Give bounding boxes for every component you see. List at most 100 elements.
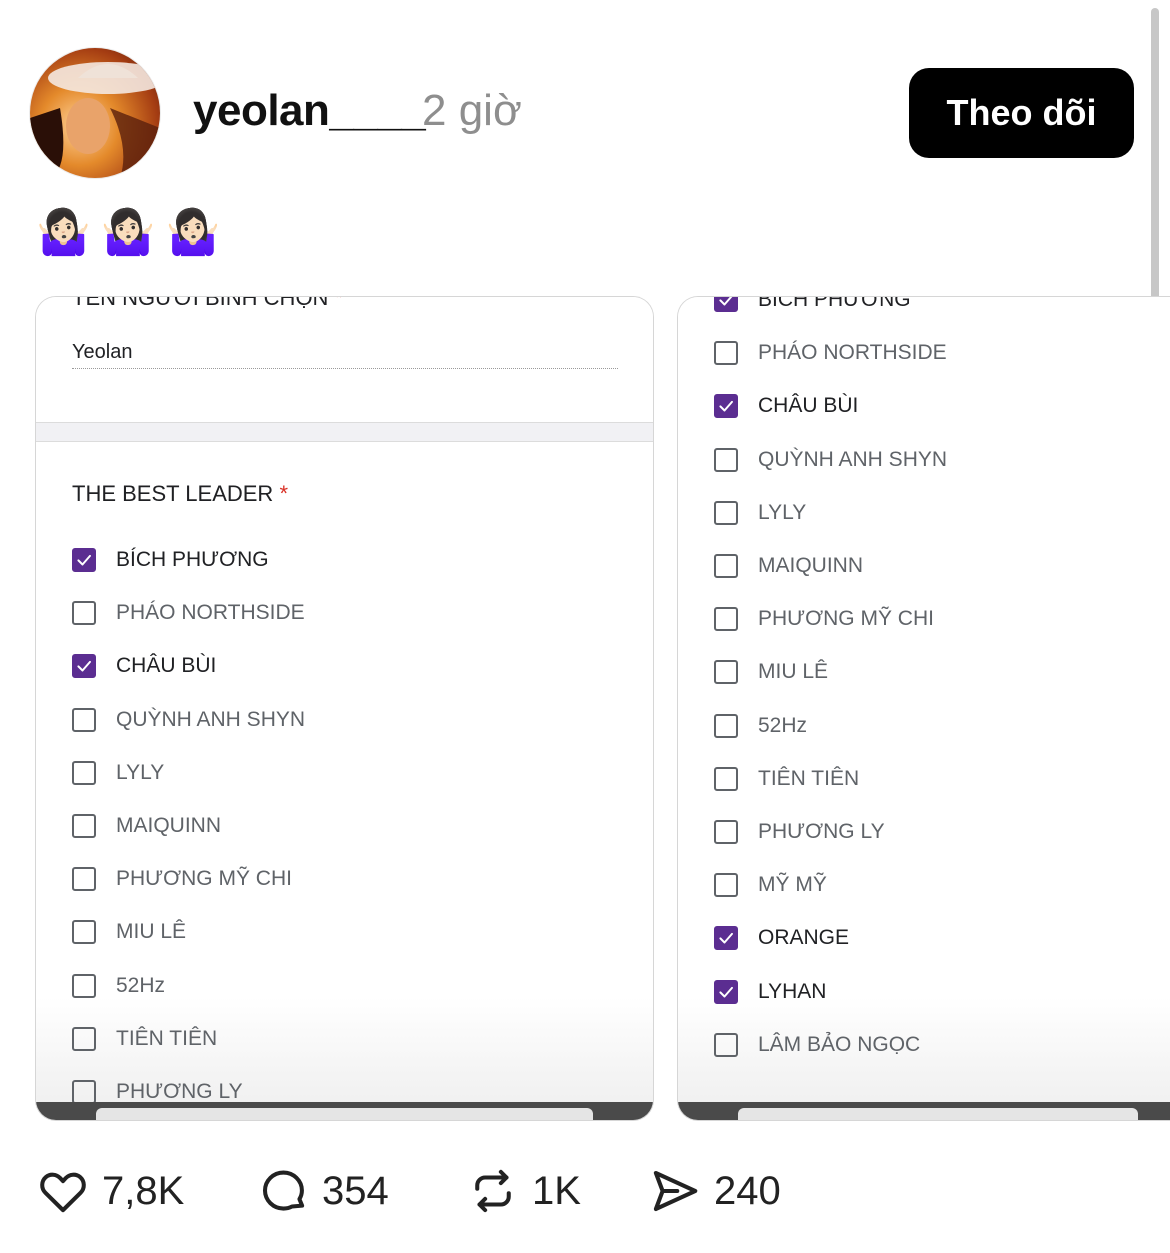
repost-action[interactable]: 1K xyxy=(466,1160,581,1222)
checkbox-checked[interactable] xyxy=(72,548,96,572)
shrug-emoji-icon: 🤷🏻‍♀️ xyxy=(100,208,162,257)
checkbox-unchecked[interactable] xyxy=(714,713,738,738)
like-action[interactable]: 7,8K xyxy=(36,1160,184,1222)
form-question-title: THE BEST LEADER * xyxy=(72,481,288,507)
checkbox-unchecked[interactable] xyxy=(714,554,738,578)
image-bottom-bar xyxy=(678,1102,1170,1120)
checkbox-option-label: LÂM BẢO NGỌC xyxy=(758,1032,921,1056)
checkbox-option[interactable]: LÂM BẢO NGỌC xyxy=(714,1030,920,1060)
voter-name-value: Yeolan xyxy=(72,341,133,363)
checkbox-option-label: 52Hz xyxy=(116,973,166,997)
page-scrollbar[interactable] xyxy=(1151,8,1159,300)
checkbox-option[interactable]: CHÂU BÙI xyxy=(714,391,858,421)
checkbox-option[interactable]: CHÂU BÙI xyxy=(72,651,216,681)
checkbox-unchecked[interactable] xyxy=(714,873,738,898)
send-icon[interactable] xyxy=(648,1164,702,1218)
checkbox-unchecked[interactable] xyxy=(714,607,738,632)
checkbox-option-label: QUỲNH ANH SHYN xyxy=(758,447,948,471)
checkbox-option[interactable]: PHÁO NORTHSIDE xyxy=(72,598,305,628)
checkbox-option-label: PHÁO NORTHSIDE xyxy=(116,601,305,625)
comment-bubble-icon[interactable] xyxy=(256,1164,310,1218)
checkbox-unchecked[interactable] xyxy=(714,341,738,366)
checkbox-unchecked[interactable] xyxy=(72,707,96,732)
checkbox-option-label: BÍCH PHƯƠNG xyxy=(758,297,911,311)
required-mark: * xyxy=(334,297,344,310)
checkbox-option-label: PHƯƠNG MỸ CHI xyxy=(758,607,934,631)
checkbox-option[interactable]: ORANGE xyxy=(714,923,849,953)
checkbox-unchecked[interactable] xyxy=(714,820,738,844)
checkbox-option[interactable]: QUỲNH ANH SHYN xyxy=(72,705,305,735)
checkbox-checked[interactable] xyxy=(714,926,738,951)
heart-icon[interactable] xyxy=(36,1164,90,1218)
checkbox-option[interactable]: MAIQUINN xyxy=(714,551,863,581)
checkbox-option[interactable]: MAIQUINN xyxy=(72,811,221,841)
checkbox-option-label: BÍCH PHƯƠNG xyxy=(116,548,269,571)
repost-arrows-icon[interactable] xyxy=(466,1164,520,1218)
checkbox-option[interactable]: TIÊN TIÊN xyxy=(714,764,859,794)
checkbox-option[interactable]: TIÊN TIÊN xyxy=(72,1024,217,1054)
checkbox-option-label: LYLY xyxy=(758,500,807,524)
comment-count: 354 xyxy=(322,1168,389,1213)
checkbox-unchecked[interactable] xyxy=(714,766,738,791)
checkbox-option[interactable]: LYLY xyxy=(714,498,806,528)
checkbox-unchecked[interactable] xyxy=(714,660,738,685)
checkbox-unchecked[interactable] xyxy=(72,601,96,626)
comment-action[interactable]: 354 xyxy=(256,1160,389,1222)
checkbox-option-label: MỸ MỸ xyxy=(758,873,827,897)
checkbox-option[interactable]: 52Hz xyxy=(714,711,807,741)
checkmark-icon xyxy=(719,933,733,944)
checkbox-unchecked[interactable] xyxy=(72,760,96,785)
checkbox-option-label: MIU LÊ xyxy=(116,920,187,944)
checkbox-unchecked[interactable] xyxy=(72,814,96,838)
checkbox-unchecked[interactable] xyxy=(72,973,96,998)
post-time: 2 giờ xyxy=(422,86,522,135)
checkbox-unchecked[interactable] xyxy=(72,867,96,892)
checkbox-option-label: CHÂU BÙI xyxy=(116,654,217,678)
checkbox-option[interactable]: MỸ MỸ xyxy=(714,870,827,900)
checkbox-unchecked[interactable] xyxy=(714,447,738,472)
follow-button[interactable]: Theo dõi xyxy=(909,68,1134,158)
checkbox-option-label: MAIQUINN xyxy=(116,814,221,837)
checkmark-icon xyxy=(719,986,733,998)
checkbox-option-label: LYHAN xyxy=(758,979,827,1003)
checkbox-option[interactable]: BÍCH PHƯƠNG xyxy=(714,297,911,315)
checkbox-unchecked[interactable] xyxy=(72,920,96,945)
post-image-1[interactable]: TÊN NGƯỜI BÌNH CHỌN * Yeolan THE BEST LE… xyxy=(36,297,653,1120)
checkbox-option[interactable]: QUỲNH ANH SHYN xyxy=(714,445,947,475)
checkbox-unchecked[interactable] xyxy=(72,1080,96,1104)
post-caption: 🤷🏻‍♀️ 🤷🏻‍♀️ 🤷🏻‍♀️ xyxy=(36,206,226,258)
checkbox-checked[interactable] xyxy=(714,979,738,1004)
repost-count: 1K xyxy=(532,1168,581,1213)
checkbox-checked[interactable] xyxy=(72,654,96,679)
checkmark-icon xyxy=(77,661,91,672)
checkbox-option-label: LYLY xyxy=(116,760,165,784)
share-action[interactable]: 240 xyxy=(648,1160,781,1222)
checkbox-option-label: 52Hz xyxy=(758,713,808,737)
checkbox-option[interactable]: 52Hz xyxy=(72,971,165,1001)
checkbox-option[interactable]: PHƯƠNG LY xyxy=(714,817,885,847)
checkbox-option[interactable]: MIU LÊ xyxy=(714,657,828,687)
checkbox-unchecked[interactable] xyxy=(72,1026,96,1051)
avatar[interactable] xyxy=(30,48,160,178)
checkbox-unchecked[interactable] xyxy=(714,1032,738,1057)
image-bottom-bar xyxy=(36,1102,653,1120)
checkbox-unchecked[interactable] xyxy=(714,500,738,525)
form-question-title-cut: TÊN NGƯỜI BÌNH CHỌN * xyxy=(72,297,343,311)
share-count: 240 xyxy=(714,1168,781,1213)
voter-name-underline xyxy=(72,368,618,369)
post-image-2[interactable]: BÍCH PHƯƠNG PHÁO NORTHSIDE CHÂU BÙI QUỲNH A… xyxy=(678,297,1170,1120)
checkbox-checked[interactable] xyxy=(714,297,738,312)
checkbox-option-label: TIÊN TIÊN xyxy=(758,766,860,790)
checkbox-option[interactable]: LYLY xyxy=(72,758,164,788)
checkbox-option[interactable]: PHƯƠNG MỸ CHI xyxy=(72,864,292,894)
username[interactable]: yeolan____ xyxy=(193,86,426,136)
checkmark-icon xyxy=(719,401,733,412)
checkbox-option[interactable]: PHƯƠNG MỸ CHI xyxy=(714,604,934,634)
checkbox-option[interactable]: MIU LÊ xyxy=(72,917,186,947)
checkbox-option[interactable]: LYHAN xyxy=(714,977,826,1007)
checkbox-checked[interactable] xyxy=(714,394,738,419)
checkbox-option-label: QUỲNH ANH SHYN xyxy=(116,707,306,731)
checkbox-option[interactable]: BÍCH PHƯƠNG xyxy=(72,545,269,575)
checkbox-option-label: PHƯƠNG MỸ CHI xyxy=(116,867,292,891)
checkbox-option[interactable]: PHÁO NORTHSIDE xyxy=(714,338,947,368)
